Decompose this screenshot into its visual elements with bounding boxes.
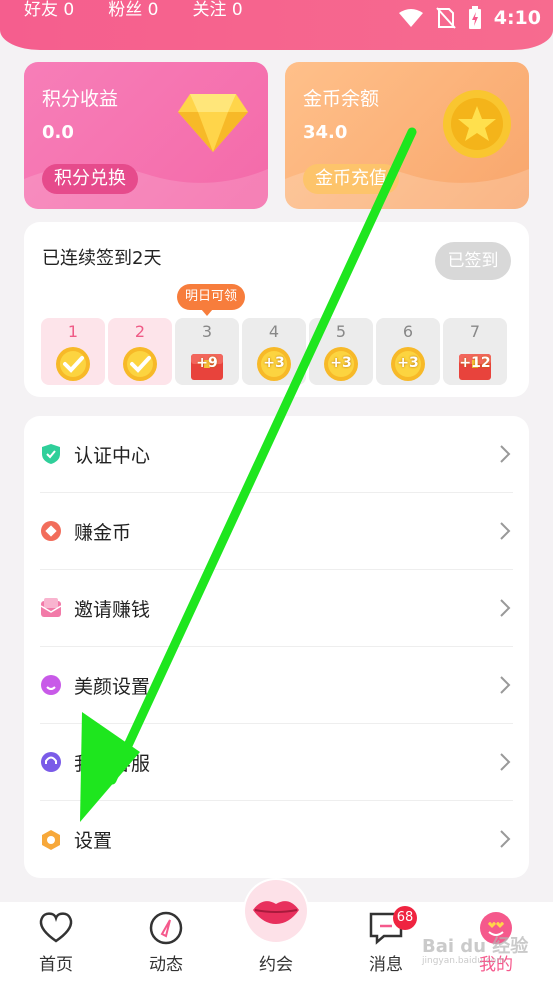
tab-label: 约会	[259, 955, 293, 975]
chevron-right-icon	[500, 445, 511, 463]
signin-days: 1 2 3 +9 4 +3 5 +3 6 +3 7 +12	[41, 318, 507, 385]
menu-item-customer-service[interactable]: 我的客服	[40, 724, 513, 801]
day-number: 7	[469, 322, 481, 341]
check-coin-icon	[56, 347, 90, 381]
day-reward: +3	[397, 355, 419, 371]
check-coin-icon	[123, 347, 157, 381]
gear-icon	[42, 829, 60, 850]
signin-day[interactable]: 6 +3	[376, 318, 440, 385]
day-reward: +3	[330, 355, 352, 371]
day-number: 5	[335, 322, 347, 341]
menu-label: 我的客服	[74, 752, 151, 775]
message-badge: 68	[393, 906, 417, 930]
chevron-right-icon	[500, 599, 511, 617]
menu-label: 邀请赚钱	[74, 598, 151, 621]
diamond-icon	[178, 94, 248, 152]
chevron-right-icon	[500, 830, 511, 848]
menu-card: 认证中心 赚金币 邀请赚钱 美颜设置 我的客服 设置	[24, 416, 529, 878]
watermark: Bai du 经验	[422, 936, 529, 957]
compass-icon	[149, 911, 183, 945]
day-reward: +9	[196, 355, 218, 371]
coin-title: 金币余额	[303, 88, 380, 110]
heart-icon	[39, 912, 73, 943]
signin-card: 已连续签到2天 已签到 明日可领 1 2 3 +9 4 +3 5 +3 6 +3…	[24, 222, 529, 397]
day-number: 4	[268, 322, 280, 341]
star-coin-icon	[443, 90, 511, 158]
points-exchange-button[interactable]: 积分兑换	[42, 164, 138, 194]
chevron-right-icon	[500, 753, 511, 771]
tab-label: 动态	[149, 955, 183, 975]
coin-value: 34.0	[303, 122, 348, 143]
envelope-icon	[40, 598, 62, 617]
fans-count[interactable]: 粉丝 0	[108, 0, 158, 20]
day-number: 6	[402, 322, 414, 341]
wifi-icon	[398, 9, 423, 27]
coin-recharge-button[interactable]: 金币充值	[303, 164, 399, 194]
signin-day[interactable]: 3 +9	[175, 318, 239, 385]
system-icons: 4:10	[398, 6, 541, 30]
lips-icon	[245, 880, 307, 942]
dating-center-button[interactable]	[243, 878, 309, 944]
points-value: 0.0	[42, 122, 74, 143]
signin-day[interactable]: 5 +3	[309, 318, 373, 385]
signin-day[interactable]: 1	[41, 318, 105, 385]
chevron-right-icon	[500, 522, 511, 540]
following-count[interactable]: 关注 0	[192, 0, 242, 20]
friends-count[interactable]: 好友 0	[24, 0, 74, 20]
menu-item-settings[interactable]: 设置	[40, 801, 513, 878]
no-sim-icon	[435, 7, 456, 29]
tab-label: 首页	[39, 955, 73, 975]
diamond-coin-icon	[41, 521, 61, 541]
day-number: 3	[201, 322, 213, 341]
tomorrow-tip: 明日可领	[177, 284, 246, 316]
status-bar: 好友 0 粉丝 0 关注 0 4:10	[0, 0, 553, 36]
signed-button[interactable]: 已签到	[435, 242, 511, 280]
day-number: 2	[134, 322, 146, 341]
menu-label: 认证中心	[74, 444, 151, 467]
points-card[interactable]: 积分收益 0.0 积分兑换	[24, 62, 268, 209]
menu-item-invite[interactable]: 邀请赚钱	[40, 570, 513, 647]
menu-item-verification[interactable]: 认证中心	[40, 416, 513, 493]
tab-label: 消息	[369, 955, 403, 975]
signin-day[interactable]: 7 +12	[443, 318, 507, 385]
signin-day[interactable]: 2	[108, 318, 172, 385]
tab-moments[interactable]: 动态	[126, 902, 206, 983]
day-number: 1	[67, 322, 79, 341]
clock: 4:10	[493, 7, 541, 29]
menu-label: 赚金币	[74, 521, 132, 544]
beauty-face-icon	[41, 675, 61, 695]
signin-day[interactable]: 4 +3	[242, 318, 306, 385]
menu-label: 美颜设置	[74, 675, 151, 698]
chevron-right-icon	[500, 676, 511, 694]
day-reward: +12	[459, 355, 491, 371]
points-title: 积分收益	[42, 88, 119, 110]
headset-icon	[41, 752, 61, 772]
tab-home[interactable]: 首页	[16, 902, 96, 983]
menu-item-beauty-settings[interactable]: 美颜设置	[40, 647, 513, 724]
menu-label: 设置	[74, 830, 113, 852]
coin-card[interactable]: 金币余额 34.0 金币充值	[285, 62, 529, 209]
watermark-url: jingyan.baidu.com	[422, 956, 506, 966]
menu-item-earn-coins[interactable]: 赚金币	[40, 493, 513, 570]
battery-charging-icon	[468, 6, 481, 29]
signin-streak-text: 已连续签到2天	[42, 248, 162, 269]
profile-stats: 好友 0 粉丝 0 关注 0	[24, 0, 243, 20]
shield-check-icon	[42, 444, 60, 464]
day-reward: +3	[263, 355, 285, 371]
